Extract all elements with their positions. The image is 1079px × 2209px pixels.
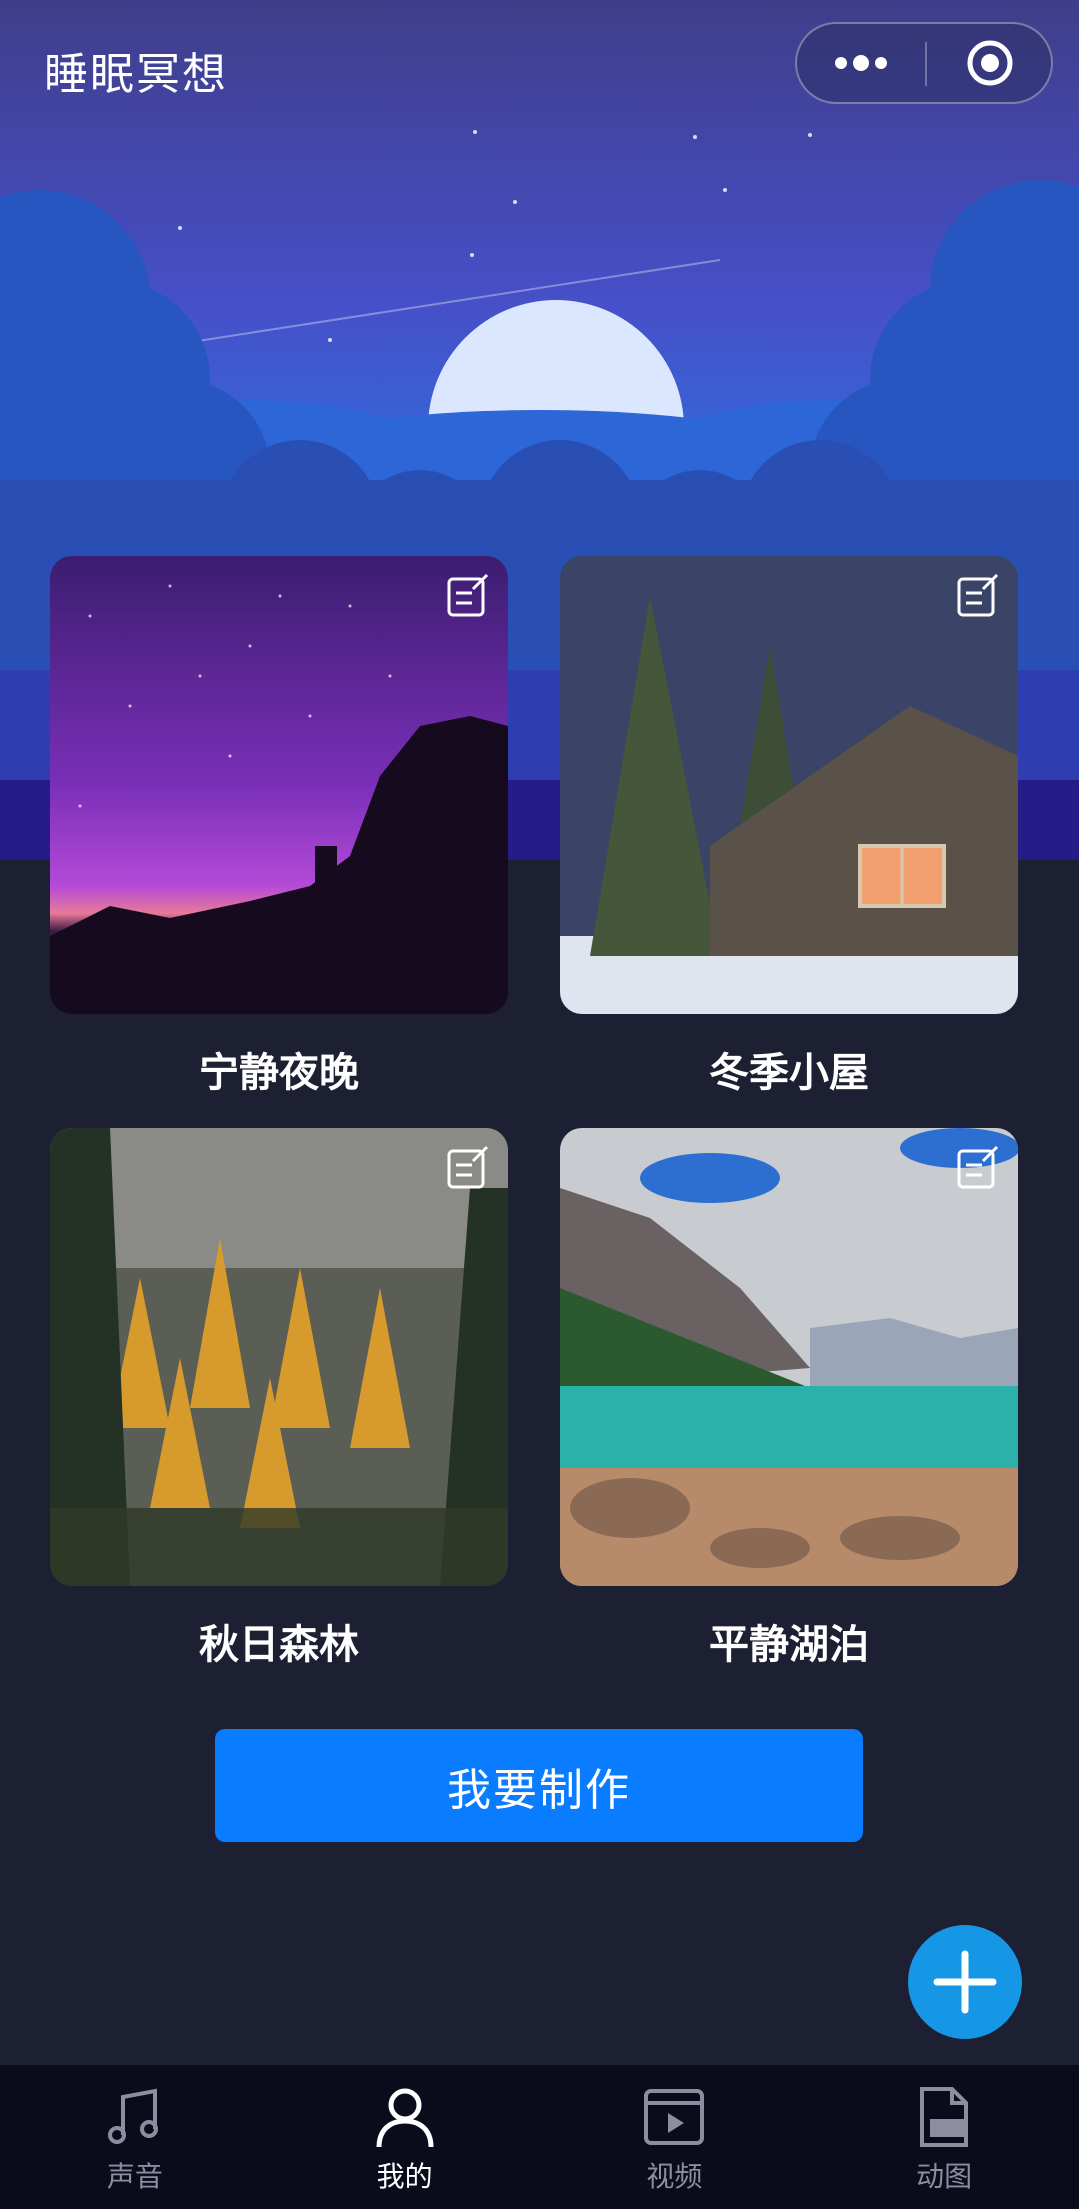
- tab-bar: 声音 我的 视频 动图: [0, 2065, 1079, 2209]
- scene-card-cabin[interactable]: 冬季小屋: [560, 556, 1018, 1098]
- music-note-icon: [107, 2088, 158, 2144]
- user-icon: [376, 2088, 434, 2148]
- make-button[interactable]: 我要制作: [215, 1729, 863, 1842]
- more-button[interactable]: [797, 24, 925, 102]
- tab-label: 声音: [106, 2160, 163, 2193]
- tab-sounds[interactable]: 声音: [0, 2065, 270, 2209]
- edit-icon: [447, 1145, 489, 1189]
- scene-card-night[interactable]: 宁静夜晚: [50, 556, 508, 1098]
- edit-button[interactable]: [442, 1142, 494, 1194]
- edit-button[interactable]: [952, 570, 1004, 622]
- tab-videos[interactable]: 视频: [540, 2065, 810, 2209]
- edit-icon: [957, 1145, 999, 1189]
- scene-label: 秋日森林: [199, 1622, 359, 1668]
- tab-label: 我的: [376, 2160, 433, 2193]
- scene-label: 冬季小屋: [709, 1050, 869, 1096]
- tab-label: 视频: [646, 2160, 703, 2193]
- target-icon: [967, 40, 1013, 86]
- scene-thumbnail: [50, 556, 508, 1014]
- calm-lake-image: [560, 1128, 1018, 1586]
- winter-cabin-image: [560, 556, 1018, 1014]
- scene-thumbnail: [50, 1128, 508, 1586]
- tab-label: 动图: [916, 2160, 973, 2193]
- page-title: 睡眠冥想: [44, 49, 228, 100]
- scene-label: 平静湖泊: [709, 1622, 869, 1668]
- edit-button[interactable]: [952, 1142, 1004, 1194]
- tab-gifs[interactable]: 动图: [809, 2065, 1079, 2209]
- plus-icon: [933, 1950, 997, 2014]
- add-button[interactable]: [908, 1925, 1022, 2039]
- edit-button[interactable]: [442, 570, 494, 622]
- edit-icon: [447, 573, 489, 617]
- scene-card-lake[interactable]: 平静湖泊: [560, 1128, 1018, 1670]
- scene-thumbnail: [560, 556, 1018, 1014]
- autumn-forest-image: [50, 1128, 508, 1586]
- gif-icon: [920, 2087, 969, 2147]
- close-miniprogram-button[interactable]: [927, 24, 1053, 102]
- scene-thumbnail: [560, 1128, 1018, 1586]
- edit-icon: [957, 573, 999, 617]
- video-icon: [644, 2089, 705, 2145]
- night-sky-image: [50, 556, 508, 1014]
- more-dots-icon: [835, 55, 887, 71]
- scene-label: 宁静夜晚: [199, 1050, 359, 1096]
- scene-card-forest[interactable]: 秋日森林: [50, 1128, 508, 1670]
- tab-mine[interactable]: 我的: [270, 2065, 540, 2209]
- miniprogram-capsule: [795, 22, 1053, 104]
